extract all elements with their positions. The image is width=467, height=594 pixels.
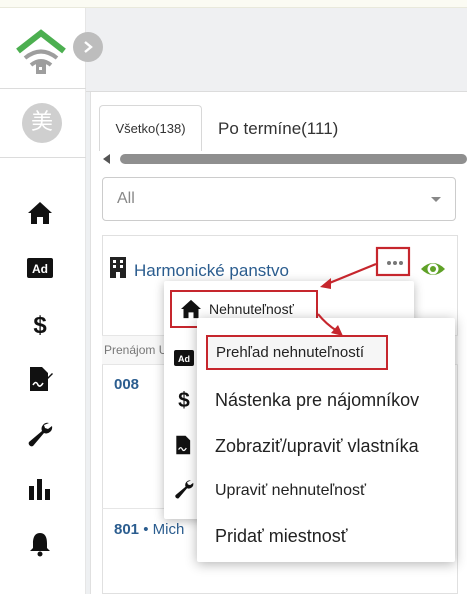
svg-text:$: $ — [33, 312, 47, 337]
sidebar-item-home[interactable] — [26, 199, 54, 227]
sidebar-item-notifications[interactable] — [26, 530, 54, 558]
sidebar-divider — [0, 157, 86, 158]
unit-link[interactable]: 801 • Mich — [114, 521, 184, 538]
svg-text:Ad: Ad — [178, 354, 190, 364]
sidebar-toggle-button[interactable] — [73, 32, 103, 62]
sidebar-item-reports[interactable] — [26, 475, 54, 503]
sidebar-item-contracts[interactable] — [26, 365, 54, 393]
sidebar-item-ads[interactable]: Ad — [26, 254, 54, 282]
filter-select[interactable]: All — [102, 177, 456, 221]
dollar-icon: $ — [33, 312, 47, 337]
unit-tenant: Mich — [152, 521, 185, 538]
submenu-view-edit-owner[interactable]: Zobraziť/upraviť vlastníka — [197, 425, 455, 467]
chart-icon — [29, 479, 50, 500]
svg-text:Ad: Ad — [32, 262, 48, 276]
contract-icon — [176, 435, 191, 455]
contract-icon — [30, 367, 53, 391]
chevron-right-icon — [84, 41, 93, 53]
tab-overdue[interactable]: Po termíne(111) — [218, 119, 338, 139]
tab-all[interactable]: Všetko(138) — [99, 105, 202, 151]
bell-icon — [30, 533, 50, 557]
unit-separator: • — [139, 521, 153, 538]
unit-number: 801 — [114, 521, 140, 538]
avatar[interactable]: 美 — [22, 103, 62, 143]
building-icon — [110, 257, 126, 278]
svg-text:$: $ — [178, 389, 190, 410]
wrench-icon — [175, 480, 194, 499]
submenu-edit-property[interactable]: Upraviť nehnuteľnosť — [197, 470, 455, 512]
home-icon — [181, 299, 201, 319]
scroll-left-icon[interactable] — [103, 154, 110, 164]
dollar-icon: $ — [178, 389, 190, 410]
filter-select-value: All — [117, 190, 135, 207]
wrench-icon — [28, 422, 53, 447]
sidebar: 美 Ad $ — [0, 8, 86, 594]
section-label: Prenájom U — [104, 343, 168, 357]
home-icon — [28, 202, 52, 224]
ad-icon: Ad — [174, 350, 194, 366]
submenu-property-overview[interactable]: Prehľad nehnuteľností — [206, 335, 388, 370]
property-title-link[interactable]: Harmonické panstvo — [134, 261, 289, 281]
eye-icon[interactable] — [420, 256, 446, 282]
header-bar — [86, 8, 467, 92]
logo-icon[interactable] — [14, 25, 68, 75]
submenu-add-room[interactable]: Pridať miestnosť — [197, 515, 455, 557]
unit-link[interactable]: 008 — [114, 376, 139, 393]
menu-item-label: Nehnuteľnosť — [209, 301, 294, 317]
more-horizontal-icon — [387, 261, 403, 265]
ad-icon: Ad — [27, 258, 53, 278]
sidebar-divider — [0, 88, 86, 89]
sidebar-item-finance[interactable]: $ — [26, 310, 54, 338]
more-options-button[interactable] — [382, 254, 408, 272]
submenu-tenant-board[interactable]: Nástenka pre nájomníkov — [197, 379, 455, 421]
sidebar-item-maintenance[interactable] — [26, 420, 54, 448]
top-strip — [0, 0, 467, 8]
scroll-thumb[interactable] — [120, 154, 467, 164]
chevron-down-icon — [431, 197, 441, 202]
horizontal-scrollbar[interactable] — [103, 152, 467, 166]
